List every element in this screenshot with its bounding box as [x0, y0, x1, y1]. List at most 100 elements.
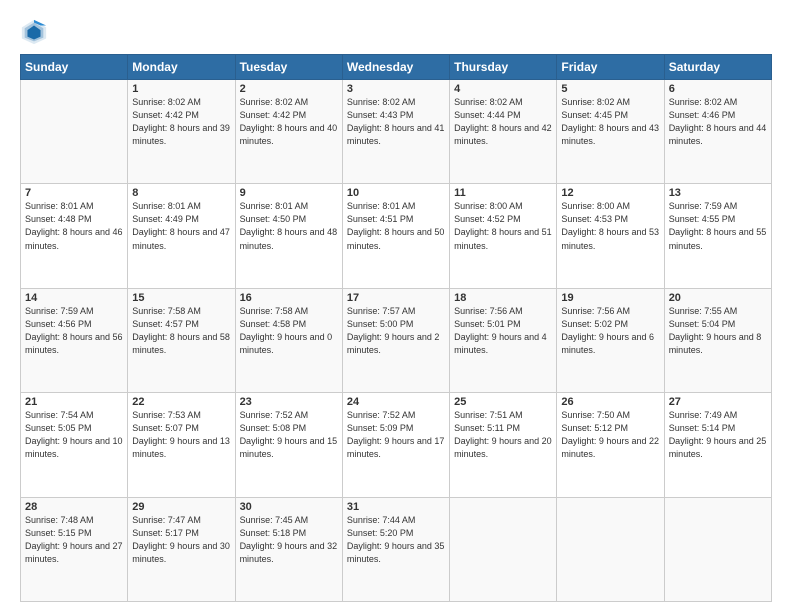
day-info: Sunrise: 7:58 AMSunset: 4:58 PMDaylight:…: [240, 305, 338, 357]
day-info: Sunrise: 8:01 AMSunset: 4:51 PMDaylight:…: [347, 200, 445, 252]
day-info: Sunrise: 7:49 AMSunset: 5:14 PMDaylight:…: [669, 409, 767, 461]
day-info: Sunrise: 8:01 AMSunset: 4:50 PMDaylight:…: [240, 200, 338, 252]
calendar-cell: 24 Sunrise: 7:52 AMSunset: 5:09 PMDaylig…: [342, 393, 449, 497]
calendar-cell: 9 Sunrise: 8:01 AMSunset: 4:50 PMDayligh…: [235, 184, 342, 288]
calendar-cell: 10 Sunrise: 8:01 AMSunset: 4:51 PMDaylig…: [342, 184, 449, 288]
calendar-header-thursday: Thursday: [450, 55, 557, 80]
day-number: 10: [347, 187, 445, 199]
calendar-cell: 7 Sunrise: 8:01 AMSunset: 4:48 PMDayligh…: [21, 184, 128, 288]
day-info: Sunrise: 7:57 AMSunset: 5:00 PMDaylight:…: [347, 305, 445, 357]
day-info: Sunrise: 7:56 AMSunset: 5:02 PMDaylight:…: [561, 305, 659, 357]
calendar-cell: 31 Sunrise: 7:44 AMSunset: 5:20 PMDaylig…: [342, 497, 449, 601]
day-number: 6: [669, 83, 767, 95]
day-number: 7: [25, 187, 123, 199]
day-info: Sunrise: 7:44 AMSunset: 5:20 PMDaylight:…: [347, 514, 445, 566]
calendar-cell: 16 Sunrise: 7:58 AMSunset: 4:58 PMDaylig…: [235, 288, 342, 392]
day-info: Sunrise: 7:51 AMSunset: 5:11 PMDaylight:…: [454, 409, 552, 461]
day-number: 13: [669, 187, 767, 199]
day-number: 25: [454, 396, 552, 408]
calendar-header-wednesday: Wednesday: [342, 55, 449, 80]
day-info: Sunrise: 8:01 AMSunset: 4:49 PMDaylight:…: [132, 200, 230, 252]
logo-icon: [20, 18, 48, 46]
day-number: 4: [454, 83, 552, 95]
calendar-cell: 25 Sunrise: 7:51 AMSunset: 5:11 PMDaylig…: [450, 393, 557, 497]
calendar-cell: [664, 497, 771, 601]
day-number: 27: [669, 396, 767, 408]
day-info: Sunrise: 8:02 AMSunset: 4:42 PMDaylight:…: [240, 96, 338, 148]
day-info: Sunrise: 8:00 AMSunset: 4:52 PMDaylight:…: [454, 200, 552, 252]
calendar-cell: 21 Sunrise: 7:54 AMSunset: 5:05 PMDaylig…: [21, 393, 128, 497]
day-info: Sunrise: 8:02 AMSunset: 4:44 PMDaylight:…: [454, 96, 552, 148]
day-number: 11: [454, 187, 552, 199]
calendar-week-5: 28 Sunrise: 7:48 AMSunset: 5:15 PMDaylig…: [21, 497, 772, 601]
day-info: Sunrise: 7:54 AMSunset: 5:05 PMDaylight:…: [25, 409, 123, 461]
calendar-week-1: 1 Sunrise: 8:02 AMSunset: 4:42 PMDayligh…: [21, 80, 772, 184]
calendar-header-saturday: Saturday: [664, 55, 771, 80]
day-number: 21: [25, 396, 123, 408]
calendar-cell: [450, 497, 557, 601]
calendar-header-monday: Monday: [128, 55, 235, 80]
day-number: 14: [25, 292, 123, 304]
calendar-cell: 4 Sunrise: 8:02 AMSunset: 4:44 PMDayligh…: [450, 80, 557, 184]
day-number: 9: [240, 187, 338, 199]
day-info: Sunrise: 7:56 AMSunset: 5:01 PMDaylight:…: [454, 305, 552, 357]
day-number: 16: [240, 292, 338, 304]
day-info: Sunrise: 7:52 AMSunset: 5:08 PMDaylight:…: [240, 409, 338, 461]
day-number: 23: [240, 396, 338, 408]
day-info: Sunrise: 8:02 AMSunset: 4:43 PMDaylight:…: [347, 96, 445, 148]
day-number: 12: [561, 187, 659, 199]
day-number: 28: [25, 501, 123, 513]
day-number: 17: [347, 292, 445, 304]
calendar-table: SundayMondayTuesdayWednesdayThursdayFrid…: [20, 54, 772, 602]
day-info: Sunrise: 7:45 AMSunset: 5:18 PMDaylight:…: [240, 514, 338, 566]
calendar-cell: 28 Sunrise: 7:48 AMSunset: 5:15 PMDaylig…: [21, 497, 128, 601]
day-info: Sunrise: 7:50 AMSunset: 5:12 PMDaylight:…: [561, 409, 659, 461]
day-number: 29: [132, 501, 230, 513]
calendar-cell: 29 Sunrise: 7:47 AMSunset: 5:17 PMDaylig…: [128, 497, 235, 601]
page: SundayMondayTuesdayWednesdayThursdayFrid…: [0, 0, 792, 612]
day-info: Sunrise: 7:55 AMSunset: 5:04 PMDaylight:…: [669, 305, 767, 357]
calendar-cell: [21, 80, 128, 184]
calendar-cell: 14 Sunrise: 7:59 AMSunset: 4:56 PMDaylig…: [21, 288, 128, 392]
day-info: Sunrise: 7:48 AMSunset: 5:15 PMDaylight:…: [25, 514, 123, 566]
day-number: 1: [132, 83, 230, 95]
calendar-cell: 26 Sunrise: 7:50 AMSunset: 5:12 PMDaylig…: [557, 393, 664, 497]
calendar-header-row: SundayMondayTuesdayWednesdayThursdayFrid…: [21, 55, 772, 80]
day-info: Sunrise: 7:58 AMSunset: 4:57 PMDaylight:…: [132, 305, 230, 357]
calendar-week-3: 14 Sunrise: 7:59 AMSunset: 4:56 PMDaylig…: [21, 288, 772, 392]
day-number: 31: [347, 501, 445, 513]
calendar-cell: 1 Sunrise: 8:02 AMSunset: 4:42 PMDayligh…: [128, 80, 235, 184]
calendar-cell: 17 Sunrise: 7:57 AMSunset: 5:00 PMDaylig…: [342, 288, 449, 392]
calendar-header-friday: Friday: [557, 55, 664, 80]
calendar-cell: 15 Sunrise: 7:58 AMSunset: 4:57 PMDaylig…: [128, 288, 235, 392]
calendar-cell: 18 Sunrise: 7:56 AMSunset: 5:01 PMDaylig…: [450, 288, 557, 392]
calendar-cell: 2 Sunrise: 8:02 AMSunset: 4:42 PMDayligh…: [235, 80, 342, 184]
day-info: Sunrise: 8:02 AMSunset: 4:45 PMDaylight:…: [561, 96, 659, 148]
calendar-cell: 19 Sunrise: 7:56 AMSunset: 5:02 PMDaylig…: [557, 288, 664, 392]
calendar-cell: 27 Sunrise: 7:49 AMSunset: 5:14 PMDaylig…: [664, 393, 771, 497]
day-number: 22: [132, 396, 230, 408]
day-number: 19: [561, 292, 659, 304]
day-number: 15: [132, 292, 230, 304]
calendar-week-4: 21 Sunrise: 7:54 AMSunset: 5:05 PMDaylig…: [21, 393, 772, 497]
calendar-header-sunday: Sunday: [21, 55, 128, 80]
calendar-cell: 3 Sunrise: 8:02 AMSunset: 4:43 PMDayligh…: [342, 80, 449, 184]
day-number: 26: [561, 396, 659, 408]
day-info: Sunrise: 8:02 AMSunset: 4:46 PMDaylight:…: [669, 96, 767, 148]
day-info: Sunrise: 7:52 AMSunset: 5:09 PMDaylight:…: [347, 409, 445, 461]
day-info: Sunrise: 8:02 AMSunset: 4:42 PMDaylight:…: [132, 96, 230, 148]
day-number: 20: [669, 292, 767, 304]
logo: [20, 18, 52, 46]
calendar-cell: 8 Sunrise: 8:01 AMSunset: 4:49 PMDayligh…: [128, 184, 235, 288]
day-info: Sunrise: 7:47 AMSunset: 5:17 PMDaylight:…: [132, 514, 230, 566]
day-number: 3: [347, 83, 445, 95]
day-number: 2: [240, 83, 338, 95]
day-number: 18: [454, 292, 552, 304]
day-info: Sunrise: 7:59 AMSunset: 4:56 PMDaylight:…: [25, 305, 123, 357]
calendar-week-2: 7 Sunrise: 8:01 AMSunset: 4:48 PMDayligh…: [21, 184, 772, 288]
calendar-cell: 11 Sunrise: 8:00 AMSunset: 4:52 PMDaylig…: [450, 184, 557, 288]
day-number: 24: [347, 396, 445, 408]
calendar-cell: 20 Sunrise: 7:55 AMSunset: 5:04 PMDaylig…: [664, 288, 771, 392]
day-number: 30: [240, 501, 338, 513]
day-number: 5: [561, 83, 659, 95]
